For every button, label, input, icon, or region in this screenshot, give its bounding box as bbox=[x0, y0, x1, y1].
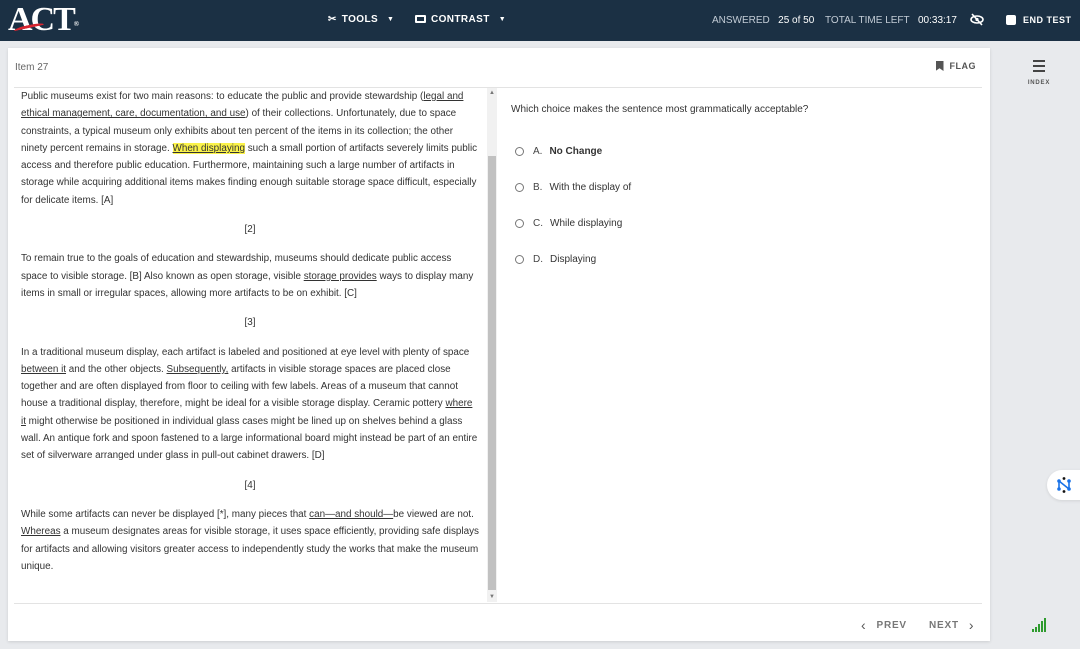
next-button[interactable]: NEXT › bbox=[929, 617, 974, 633]
passage-scrollbar[interactable]: ▲ ▼ bbox=[487, 88, 497, 602]
highlighted-underlined-portion[interactable]: When displaying bbox=[172, 142, 245, 154]
flag-button[interactable]: FLAG bbox=[935, 61, 977, 71]
tools-menu[interactable]: ✂ TOOLS ▼ bbox=[328, 14, 394, 25]
passage-text: a museum designates areas for visible st… bbox=[21, 526, 479, 572]
option-c[interactable]: C. While displaying bbox=[515, 218, 622, 229]
passage-text: [3] bbox=[244, 317, 256, 329]
passage-paragraph: To remain true to the goals of education… bbox=[21, 250, 479, 302]
radio-button[interactable] bbox=[515, 255, 524, 264]
underlined-portion[interactable]: can—and should— bbox=[309, 509, 393, 520]
option-letter: A. bbox=[533, 146, 543, 157]
eye-slash-icon[interactable] bbox=[970, 13, 984, 26]
item-number: Item 27 bbox=[15, 62, 49, 73]
tools-icon: ✂ bbox=[328, 14, 337, 25]
passage-text: be viewed are not. bbox=[393, 508, 474, 520]
underlined-portion[interactable]: Whereas bbox=[21, 526, 61, 537]
passage-text: Public museums exist for two main reason… bbox=[21, 91, 424, 102]
passage: Public museums exist for two main reason… bbox=[21, 88, 479, 603]
radio-button[interactable] bbox=[515, 183, 524, 192]
underlined-portion[interactable]: between it bbox=[21, 364, 66, 375]
passage-text: [4] bbox=[244, 479, 256, 491]
prev-label: PREV bbox=[876, 619, 907, 631]
contrast-label: CONTRAST bbox=[431, 14, 490, 25]
next-label: NEXT bbox=[929, 619, 959, 631]
monitor-icon bbox=[415, 14, 426, 23]
end-test-button[interactable]: END TEST bbox=[1006, 15, 1072, 25]
underlined-portion[interactable]: storage provides bbox=[304, 271, 377, 282]
paragraph-number: [4] bbox=[21, 477, 479, 494]
assistant-widget[interactable] bbox=[1047, 470, 1080, 500]
passage-paragraph: Public museums exist for two main reason… bbox=[21, 88, 479, 209]
option-d[interactable]: D. Displaying bbox=[515, 254, 596, 265]
caret-down-icon: ▼ bbox=[387, 16, 395, 23]
passage-text: might otherwise be positioned in individ… bbox=[21, 415, 478, 462]
passage-text: In a traditional museum display, each ar… bbox=[21, 346, 470, 358]
scrollbar-thumb[interactable] bbox=[488, 156, 496, 590]
item-card: Item 27 FLAG Public museums exist for tw… bbox=[8, 48, 990, 641]
option-text: While displaying bbox=[550, 218, 623, 229]
network-icon bbox=[1057, 477, 1071, 493]
prev-button[interactable]: ‹ PREV bbox=[861, 617, 907, 633]
divider bbox=[14, 603, 982, 604]
bookmark-icon bbox=[935, 61, 944, 71]
end-test-label: END TEST bbox=[1023, 15, 1072, 25]
stop-icon bbox=[1006, 15, 1016, 25]
chevron-left-icon: ‹ bbox=[861, 617, 867, 633]
passage-text: and the other objects. bbox=[66, 363, 167, 375]
radio-button[interactable] bbox=[515, 219, 524, 228]
option-text: Displaying bbox=[550, 254, 597, 265]
scroll-down-arrow[interactable]: ▼ bbox=[487, 594, 497, 600]
option-a[interactable]: A. No Change bbox=[515, 146, 602, 157]
paragraph-number: [3] bbox=[21, 314, 479, 331]
act-logo: ACT® bbox=[8, 1, 80, 38]
top-bar: ACT® ✂ TOOLS ▼ CONTRAST ▼ ANSWERED 25 of… bbox=[0, 0, 1080, 41]
time-left: TOTAL TIME LEFT 00:33:17 bbox=[825, 15, 957, 26]
passage-text: While some artifacts can never be displa… bbox=[21, 508, 310, 520]
option-letter: D. bbox=[533, 254, 543, 265]
passage-text: [2] bbox=[244, 224, 256, 236]
option-b[interactable]: B. With the display of bbox=[515, 182, 631, 193]
option-text: With the display of bbox=[549, 182, 632, 193]
contrast-menu[interactable]: CONTRAST ▼ bbox=[415, 14, 506, 25]
option-text: No Change bbox=[549, 146, 603, 157]
index-button[interactable]: INDEX bbox=[1020, 60, 1058, 86]
index-label: INDEX bbox=[1027, 80, 1051, 86]
tools-label: TOOLS bbox=[341, 14, 379, 25]
hamburger-icon bbox=[1033, 60, 1045, 72]
caret-down-icon: ▼ bbox=[498, 16, 507, 23]
passage-paragraph: In a traditional museum display, each ar… bbox=[21, 344, 479, 465]
chevron-right-icon: › bbox=[968, 617, 975, 633]
option-letter: B. bbox=[533, 182, 543, 193]
option-letter: C. bbox=[533, 218, 543, 229]
radio-button[interactable] bbox=[515, 147, 524, 156]
passage-paragraph: While some artifacts can never be displa… bbox=[21, 506, 479, 575]
flag-label: FLAG bbox=[949, 61, 976, 71]
underlined-portion[interactable]: Subsequently, bbox=[167, 364, 229, 375]
question-prompt: Which choice makes the sentence most gra… bbox=[511, 104, 809, 115]
signal-strength-icon bbox=[1032, 618, 1046, 632]
answered-status: ANSWERED 25 of 50 bbox=[712, 15, 815, 26]
scroll-up-arrow[interactable]: ▲ bbox=[487, 90, 497, 96]
paragraph-number: [2] bbox=[21, 221, 479, 238]
